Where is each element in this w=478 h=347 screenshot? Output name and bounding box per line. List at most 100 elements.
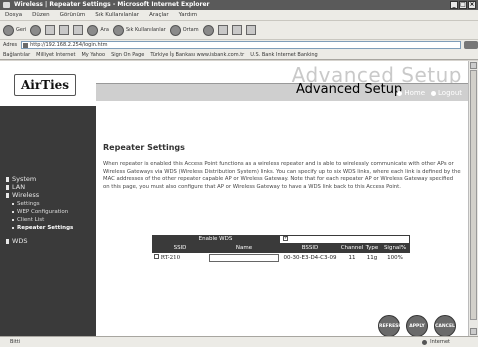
back-arrow-icon (3, 24, 14, 36)
globe-icon (422, 339, 428, 345)
page-section-title: Advanced Setup (296, 82, 403, 97)
menu-help[interactable]: Yardım (179, 10, 198, 20)
column-header: Signal% (380, 244, 410, 253)
mail-button[interactable] (217, 25, 228, 35)
apply-button[interactable]: APPLY (406, 315, 428, 336)
channel-cell: 11 (348, 255, 356, 261)
bullet-icon (6, 176, 9, 182)
table-header: SSID Name BSSID Channel Type Signal% (152, 244, 410, 253)
ssid-cell: RT-210 (152, 253, 208, 262)
media-icon (169, 24, 181, 36)
menu-view[interactable]: Görünüm (60, 10, 86, 20)
arrow-icon (12, 203, 14, 205)
address-label: Adres (3, 42, 18, 48)
main-content: Repeater Settings When repeater is enabl… (96, 106, 468, 336)
maximize-button[interactable]: □ (459, 1, 467, 9)
sidebar-item-wep-configuration[interactable]: WEP Configuration (12, 209, 68, 215)
scroll-up-arrow[interactable] (470, 62, 477, 69)
history-icon (202, 24, 214, 36)
scrollbar-thumb[interactable] (470, 70, 477, 320)
home-icon (73, 25, 84, 35)
refresh-button[interactable]: REFRESH (378, 315, 402, 336)
arrow-icon (12, 227, 14, 229)
status-text: Bitti (10, 339, 21, 345)
table-row: RT-210 00-30-E3-D4-C3-09 11 11g 100% (152, 253, 410, 262)
refresh-icon (59, 25, 70, 35)
home-link[interactable]: Home (397, 89, 425, 97)
history-button[interactable] (202, 24, 214, 36)
link-milliyet[interactable]: Milliyet Internet (36, 52, 75, 58)
zone-label: Internet (430, 339, 450, 345)
row-select-checkbox[interactable] (154, 254, 159, 259)
forward-button[interactable] (30, 24, 42, 36)
stop-button[interactable] (45, 25, 56, 35)
edit-icon (245, 25, 256, 35)
menu-bar: Dosya Düzen Görünüm Sık Kullanılanlar Ar… (0, 10, 478, 20)
link-my-yahoo[interactable]: My Yahoo (81, 52, 105, 58)
sidebar-item-lan[interactable]: LAN (6, 183, 25, 191)
scroll-down-arrow[interactable] (470, 328, 477, 335)
bullet-icon (6, 184, 9, 190)
media-button[interactable]: Ortam (169, 24, 199, 36)
enable-wds-checkbox[interactable] (283, 234, 288, 243)
arrow-icon (12, 211, 14, 213)
ssid-value: RT-210 (160, 255, 181, 261)
mail-icon (217, 25, 228, 35)
bssid-cell: 00-30-E3-D4-C3-09 (283, 255, 337, 261)
favorites-button[interactable]: Sık Kullanılanlar (112, 24, 166, 36)
sidebar-item-settings[interactable]: Settings (12, 201, 40, 207)
window-title: Wireless | Repeater Settings - Microsoft… (14, 1, 210, 8)
type-cell: 11g (366, 255, 378, 261)
link-usbank[interactable]: U.S. Bank Internet Banking (250, 52, 317, 58)
link-sign-on[interactable]: Sign On Page (111, 52, 144, 58)
cancel-button[interactable]: CANCEL (434, 315, 456, 336)
sidebar: System LAN Wireless Settings WEP Configu… (0, 106, 96, 336)
menu-edit[interactable]: Düzen (32, 10, 49, 20)
airties-logo: AirTies (14, 74, 76, 96)
home-button[interactable] (73, 25, 84, 35)
refresh-button[interactable] (59, 25, 70, 35)
zone-indicator: Internet (422, 337, 450, 347)
minimize-button[interactable]: _ (450, 1, 458, 9)
column-header: Type (364, 244, 380, 253)
page-title: Repeater Settings (103, 143, 185, 152)
name-input[interactable] (209, 254, 279, 262)
arrow-icon (12, 219, 14, 221)
print-button[interactable] (231, 25, 242, 35)
status-bar: Bitti Internet (0, 336, 478, 347)
back-button[interactable]: Geri (3, 24, 26, 36)
column-header: Channel (340, 244, 364, 253)
browser-toolbar: Geri Ara Sık Kullanılanlar Ortam (0, 20, 478, 40)
go-button[interactable] (464, 41, 478, 49)
sidebar-item-system[interactable]: System (6, 175, 36, 183)
sidebar-item-repeater-settings[interactable]: Repeater Settings (12, 225, 73, 231)
forward-arrow-icon (30, 24, 42, 36)
sidebar-item-client-list[interactable]: Client List (12, 217, 44, 223)
search-button[interactable]: Ara (87, 24, 109, 36)
sidebar-item-wds[interactable]: WDS (6, 237, 28, 245)
logout-icon (431, 90, 437, 96)
menu-file[interactable]: Dosya (5, 10, 22, 20)
bullet-icon (6, 192, 9, 198)
link-isbank[interactable]: Türkiye İş Bankası www.isbank.com.tr (150, 52, 244, 58)
menu-favorites[interactable]: Sık Kullanılanlar (95, 10, 139, 20)
search-icon (87, 24, 99, 36)
address-input[interactable]: http://192.168.2.254/login.htm (21, 41, 462, 49)
signal-cell: 100% (387, 255, 403, 261)
address-bar: Adres http://192.168.2.254/login.htm (0, 40, 478, 50)
edit-button[interactable] (245, 25, 256, 35)
menu-tools[interactable]: Araçlar (149, 10, 169, 20)
vertical-scrollbar[interactable] (468, 61, 478, 336)
stop-icon (45, 25, 56, 35)
enable-wds-row: Enable WDS (152, 234, 410, 244)
links-label: Bağlantılar (3, 51, 31, 58)
sidebar-item-wireless[interactable]: Wireless (6, 191, 39, 199)
page-description: When repeater is enabled this Access Poi… (103, 161, 461, 190)
wds-table: Enable WDS SSID Name BSSID Channel Type … (152, 234, 410, 262)
header-links: Home Logout (397, 89, 462, 97)
logout-link[interactable]: Logout (431, 89, 462, 97)
column-header: BSSID (280, 244, 340, 253)
close-button[interactable]: × (468, 1, 476, 9)
column-header: SSID (152, 244, 208, 253)
ie-icon (3, 2, 10, 8)
